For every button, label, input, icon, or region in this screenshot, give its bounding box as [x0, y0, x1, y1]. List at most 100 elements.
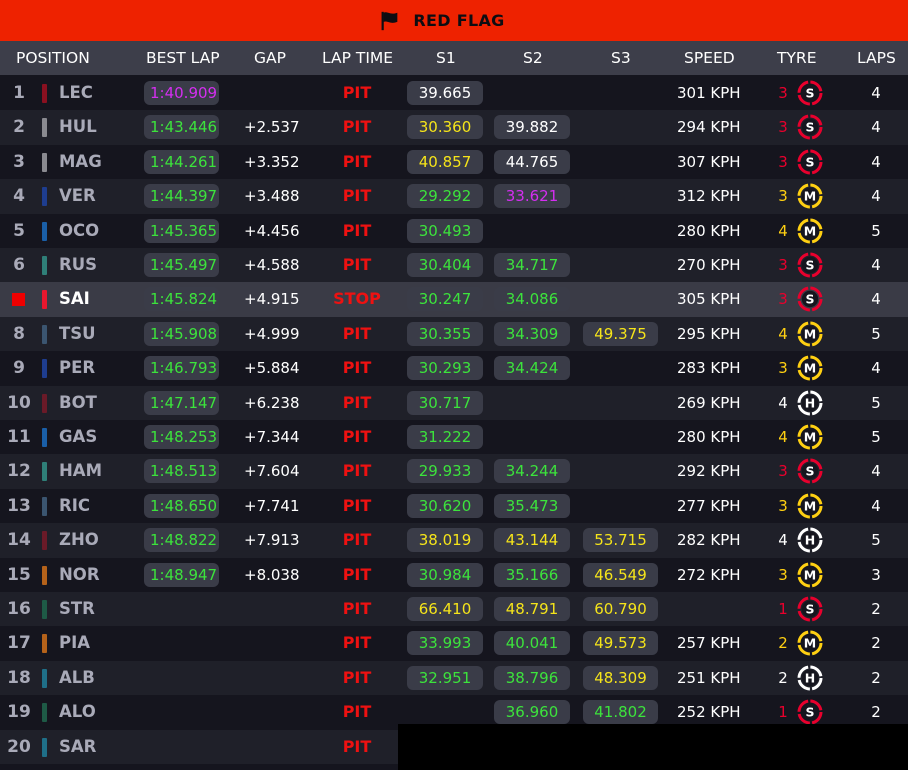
tyre-age: 3	[778, 359, 788, 378]
best-lap-time: 1:44.261	[144, 149, 219, 174]
table-row[interactable]: 2 HUL 1:43.446 +2.537 PIT 30.360 39.882 294 KPH…	[0, 110, 908, 145]
laps-count: 4	[871, 290, 881, 309]
tyre-age: 3	[778, 84, 788, 102]
lap-status: PIT	[342, 736, 372, 756]
driver-code: HUL	[59, 117, 97, 137]
sector-2-time: 39.882	[494, 115, 570, 140]
best-lap-time: 1:46.793	[144, 356, 219, 381]
driver-code: SAR	[59, 736, 97, 756]
sector-2-time: 48.791	[494, 597, 570, 621]
best-lap-time: 1:48.947	[144, 562, 219, 587]
table-row[interactable]: 4 VER 1:44.397 +3.488 PIT 29.292 33.621 312 KPH…	[0, 179, 908, 214]
gap-value: +7.604	[244, 462, 300, 481]
lap-status: PIT	[342, 83, 372, 102]
svg-text:M: M	[804, 223, 816, 238]
laps-count: 5	[871, 428, 881, 446]
tyre-age: 3	[778, 565, 788, 584]
laps-count: 4	[871, 187, 881, 206]
speed-value: 257 KPH	[677, 634, 741, 653]
col-gap[interactable]: GAP	[254, 41, 286, 75]
position-number: 11	[7, 427, 31, 447]
table-row[interactable]: 16 STR PIT 66.410 48.791 60.790 1 S 2	[0, 592, 908, 627]
team-color-bar	[42, 737, 47, 757]
gap-value: +6.238	[244, 393, 300, 412]
col-laps[interactable]: LAPS	[857, 41, 896, 75]
gap-value: +8.038	[244, 565, 300, 584]
col-s1[interactable]: S1	[436, 41, 456, 75]
col-position[interactable]: POSITION	[16, 41, 90, 75]
laps-count: 2	[871, 668, 881, 687]
sector-2-time: 34.309	[494, 321, 570, 346]
svg-text:S: S	[805, 258, 814, 273]
driver-code: MAG	[59, 151, 102, 171]
position-number: 10	[7, 392, 31, 413]
medium-tyre-icon: M	[797, 321, 823, 347]
sector-1-time: 30.355	[407, 321, 483, 346]
tyre-age: 2	[778, 634, 788, 653]
table-row[interactable]: 13 RIC 1:48.650 +7.741 PIT 30.620 35.473 277 KP…	[0, 488, 908, 524]
gap-value: +5.884	[244, 359, 300, 378]
position-number: 3	[13, 151, 25, 172]
sector-1-time: 30.293	[407, 356, 483, 381]
sector-2-time: 38.796	[494, 665, 570, 690]
speed-value: 307 KPH	[677, 152, 741, 171]
svg-text:M: M	[804, 326, 816, 341]
table-row[interactable]: 9 PER 1:46.793 +5.884 PIT 30.293 34.424 283 KPH…	[0, 351, 908, 386]
table-row[interactable]: 3 MAG 1:44.261 +3.352 PIT 40.857 44.765 307 KPH…	[0, 144, 908, 180]
table-row[interactable]: 18 ALB PIT 32.951 38.796 48.309 251 KPH 2 H 2	[0, 660, 908, 696]
table-row[interactable]: 14 ZHO 1:48.822 +7.913 PIT 38.019 43.144 53.715…	[0, 523, 908, 558]
soft-tyre-icon: S	[797, 114, 823, 140]
table-row[interactable]: 6 RUS 1:45.497 +4.588 PIT 30.404 34.717 270 KPH…	[0, 248, 908, 283]
lap-status: PIT	[342, 220, 372, 240]
col-lap-time[interactable]: LAP TIME	[322, 41, 393, 75]
table-row[interactable]: 8 TSU 1:45.908 +4.999 PIT 30.355 34.309 49.375 2…	[0, 316, 908, 352]
col-best-lap[interactable]: BEST LAP	[146, 41, 220, 75]
col-s3[interactable]: S3	[611, 41, 631, 75]
svg-text:S: S	[805, 602, 814, 617]
table-row[interactable]: 15 NOR 1:48.947 +8.038 PIT 30.984 35.166 46.549…	[0, 557, 908, 592]
soft-tyre-icon: S	[797, 252, 823, 278]
svg-text:S: S	[805, 464, 814, 479]
best-lap-time: 1:48.822	[144, 528, 219, 553]
best-lap-time: 1:48.513	[144, 459, 219, 484]
position-number: 14	[7, 530, 31, 551]
table-row[interactable]: 11 GAS 1:48.253 +7.344 PIT 31.222 280 KPH 4 M 5	[0, 420, 908, 455]
best-lap-time: 1:45.365	[144, 218, 219, 243]
laps-count: 2	[871, 600, 881, 618]
svg-text:M: M	[804, 361, 816, 376]
driver-code: LEC	[59, 83, 93, 102]
position-number: 20	[7, 736, 31, 757]
speed-value: 283 KPH	[677, 359, 741, 378]
sector-1-time: 31.222	[407, 425, 483, 449]
team-color-bar	[42, 187, 47, 207]
laps-count: 4	[871, 152, 881, 171]
table-row[interactable]: 1 LEC 1:40.909 PIT 39.665 301 KPH 3 S 4	[0, 76, 908, 111]
table-row[interactable]: 17 PIA PIT 33.993 40.041 49.573 257 KPH 2 M 2	[0, 626, 908, 661]
best-lap-time: 1:48.253	[144, 425, 219, 449]
team-color-bar	[42, 359, 47, 379]
col-s2[interactable]: S2	[523, 41, 543, 75]
col-tyre[interactable]: TYRE	[777, 41, 817, 75]
tyre-age: 3	[778, 290, 788, 309]
table-row[interactable]: SAI 1:45.824 +4.915 STOP 30.247 34.086 305 KPH…	[0, 282, 908, 317]
table-row[interactable]: 5 OCO 1:45.365 +4.456 PIT 30.493 280 KPH 4 M 5	[0, 213, 908, 248]
tyre-age: 2	[778, 668, 788, 687]
svg-text:M: M	[804, 189, 816, 204]
sector-2-time: 43.144	[494, 528, 570, 553]
table-row[interactable]: 10 BOT 1:47.147 +6.238 PIT 30.717 269 KPH 4 H 5	[0, 385, 908, 420]
driver-code: PER	[59, 358, 96, 378]
col-speed[interactable]: SPEED	[684, 41, 735, 75]
position-number: 16	[7, 599, 31, 619]
svg-text:H: H	[805, 395, 815, 410]
gap-value: +3.488	[244, 187, 300, 206]
tyre-age: 3	[778, 187, 788, 206]
medium-tyre-icon: M	[797, 183, 823, 209]
best-lap-time: 1:47.147	[144, 390, 219, 415]
driver-code: BOT	[59, 392, 97, 412]
best-lap-time: 1:48.650	[144, 493, 219, 518]
best-lap-time: 1:43.446	[144, 115, 219, 140]
sector-3-time: 49.375	[583, 321, 658, 346]
speed-value: 272 KPH	[677, 565, 741, 584]
sector-2-time: 44.765	[494, 149, 570, 174]
table-row[interactable]: 12 HAM 1:48.513 +7.604 PIT 29.933 34.244 292 KP…	[0, 454, 908, 489]
